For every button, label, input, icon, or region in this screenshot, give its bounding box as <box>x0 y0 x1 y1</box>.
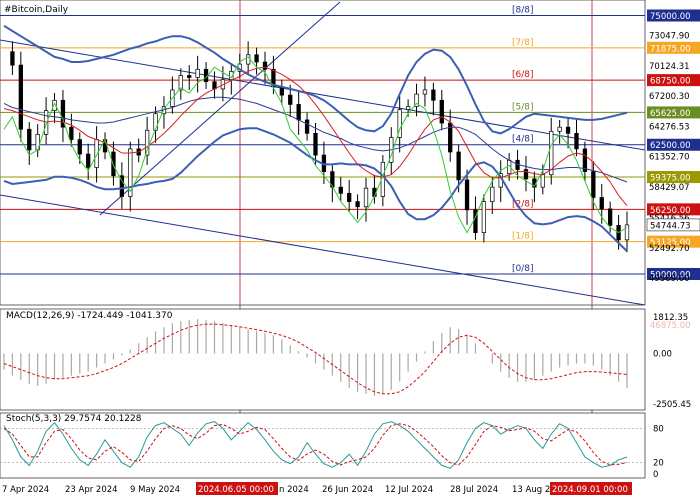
candle-body <box>355 201 360 208</box>
x-tick-label: 23 Apr 2024 <box>65 485 118 495</box>
candle-body <box>565 126 571 134</box>
murray-label: [5/8] <box>512 102 534 112</box>
candle-body <box>481 201 487 233</box>
y-tick-label: 67200.30 <box>649 92 690 102</box>
candle-body <box>77 139 82 155</box>
x-tick-label: 26 Jun 2024 <box>322 485 373 495</box>
macd-y-tick: -2505.45 <box>653 400 691 410</box>
candle-body <box>624 224 630 241</box>
candle-body <box>254 54 259 63</box>
price-level-label: 65625.00 <box>650 109 691 119</box>
stoch-label: Stoch(5,3,3) 29.7574 20.1228 <box>6 414 142 424</box>
murray-label: [0/8] <box>512 264 534 274</box>
murray-label: [8/8] <box>512 6 534 16</box>
candle-body <box>464 179 470 211</box>
candle-body <box>43 110 49 135</box>
murray-label: [6/8] <box>512 70 534 80</box>
y-tick-label: 49589.00 <box>649 274 690 284</box>
candle-body <box>111 151 116 177</box>
candle-body <box>153 113 158 131</box>
x-tick-label: n 2024 <box>279 485 309 495</box>
murray-label: [7/8] <box>512 38 534 48</box>
candle-body <box>18 64 23 130</box>
candle-body <box>431 89 436 101</box>
murray-label: [4/8] <box>512 135 534 145</box>
candle-body <box>422 89 428 95</box>
y-tick-label: 70124.31 <box>649 62 690 72</box>
x-tick-label: 7 Apr 2024 <box>2 485 49 495</box>
x-tick-label: 12 Jul 2024 <box>385 485 433 495</box>
y-tick-label: 73047.90 <box>649 32 690 42</box>
candle-body <box>187 75 192 78</box>
candle-body <box>245 54 251 65</box>
candle-body <box>313 133 318 156</box>
y-tick-label: 61352.70 <box>649 153 690 163</box>
stoch-y-tick: 20 <box>653 459 664 469</box>
candle-body <box>456 151 461 181</box>
candle-body <box>86 153 91 168</box>
x-tick-label: 28 Jul 2024 <box>450 485 498 495</box>
stoch-y-tick: 0 <box>653 470 658 480</box>
candle-body <box>288 94 293 105</box>
y-tick-label: 64276.53 <box>649 122 690 132</box>
candle-body <box>338 186 343 194</box>
candle-body <box>69 126 74 140</box>
candle-body <box>304 119 310 134</box>
candle-body <box>439 99 444 124</box>
murray-label: [1/8] <box>512 232 534 242</box>
macd-y-tick: 1812.35 <box>653 313 688 323</box>
macd-label: MACD(12,26,9) -1724.449 -1041.370 <box>6 311 173 321</box>
candle-body <box>540 174 545 188</box>
x-tick-label-highlighted: 2024.06.05 00:00 <box>198 485 274 495</box>
candle-body <box>296 104 301 121</box>
price-level-label: 62500.00 <box>650 141 691 151</box>
candle-body <box>574 133 579 150</box>
y-tick-label: 58429.07 <box>649 183 690 193</box>
candle-body <box>608 208 613 226</box>
instrument-label: #Bitcoin,Daily <box>4 5 69 15</box>
candle-body <box>27 128 32 151</box>
chart-canvas[interactable]: 75000.00 [8/8] 71875.00 [7/8] 68750.00 [6/8] 6… <box>0 0 700 500</box>
stoch-y-tick: 80 <box>653 424 664 434</box>
price-level-label: 71875.00 <box>650 44 691 54</box>
candle-body <box>599 197 604 210</box>
candle-body <box>591 171 596 198</box>
macd-panel[interactable]: 1812.35 0.00 -2505.45 <box>0 308 691 411</box>
x-tick-label: 13 Aug 2 <box>512 485 550 495</box>
x-tick-label: 9 May 2024 <box>130 485 180 495</box>
candle-body <box>490 186 495 202</box>
x-tick-label-highlighted: 2024.09.01 00:00 <box>552 485 628 495</box>
candle-body <box>195 68 200 78</box>
candle-body <box>523 169 529 180</box>
price-level-label: 68750.00 <box>650 77 691 87</box>
candle-body <box>405 106 411 110</box>
candle-body <box>363 187 369 208</box>
y-tick-label: 52492.70 <box>649 244 690 254</box>
candle-body <box>557 126 562 132</box>
macd-y-tick: 0.00 <box>653 349 672 359</box>
candle-body <box>347 192 352 202</box>
candle-body <box>10 51 15 66</box>
current-price-label: 54744.73 <box>650 221 691 231</box>
price-level-label: 75000.00 <box>650 12 691 22</box>
